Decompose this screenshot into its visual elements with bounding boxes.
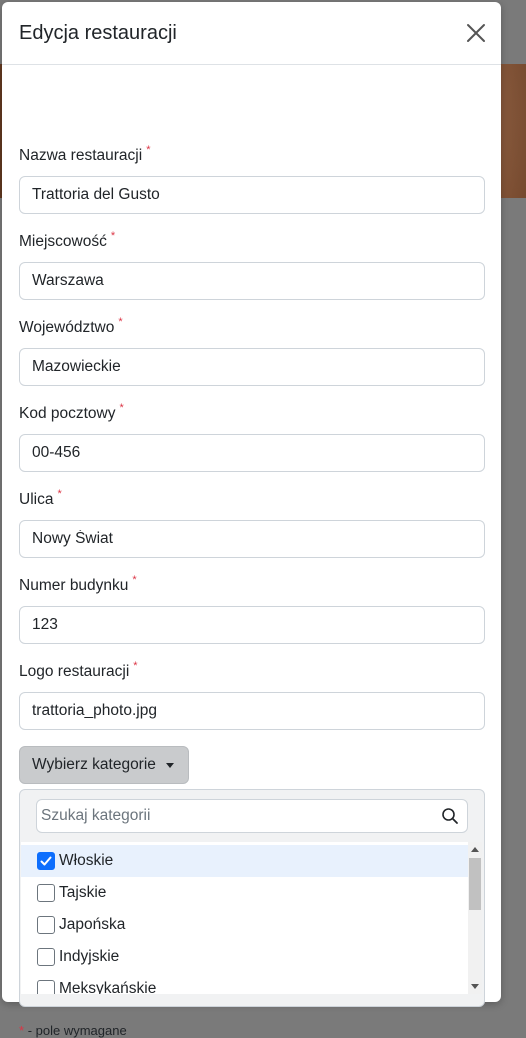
close-icon — [467, 24, 485, 42]
postal-code-label: Kod pocztowy * — [19, 402, 124, 422]
building-number-input[interactable] — [19, 606, 485, 644]
restaurant-name-label: Nazwa restauracji * — [19, 144, 151, 164]
choose-category-button[interactable]: Wybierz kategorie — [19, 746, 189, 784]
edit-restaurant-modal: Edycja restauracji Nazwa restauracji* Mi… — [2, 2, 501, 1038]
category-item-tajskie[interactable]: Tajskie — [21, 877, 469, 909]
category-dropdown-panel: Włoskie Tajskie Japońska Indyjskie Meksy… — [19, 789, 485, 1007]
street-input[interactable] — [19, 520, 485, 558]
category-item-indyjskie[interactable]: Indyjskie — [21, 941, 469, 973]
street-label: Ulica * — [19, 488, 62, 508]
city-input[interactable] — [19, 262, 485, 300]
scrollbar-thumb[interactable] — [469, 858, 481, 910]
city-label: Miejscowość * — [19, 230, 116, 250]
voivodeship-input[interactable] — [19, 348, 485, 386]
category-label: Indyjskie — [59, 948, 120, 965]
checkbox-checked[interactable] — [37, 852, 55, 870]
close-button[interactable] — [465, 22, 487, 44]
modal-header: Edycja restauracji — [2, 2, 501, 65]
checkbox[interactable] — [37, 980, 55, 994]
restaurant-name-input[interactable] — [19, 176, 485, 214]
modal-title: Edycja restauracji — [19, 22, 177, 44]
checkbox[interactable] — [37, 948, 55, 966]
search-icon[interactable] — [441, 807, 459, 825]
scroll-down-icon[interactable] — [471, 984, 479, 989]
category-list: Włoskie Tajskie Japońska Indyjskie Meksy… — [21, 842, 469, 994]
logo-input[interactable] — [19, 692, 485, 730]
category-item-japonska[interactable]: Japońska — [21, 909, 469, 941]
category-label: Tajskie — [59, 884, 107, 901]
caret-down-icon — [165, 762, 174, 768]
category-list-scrollbar[interactable] — [468, 842, 482, 994]
voivodeship-label: Województwo * — [19, 316, 123, 336]
category-label: Japońska — [59, 916, 126, 933]
logo-label: Logo restauracji * — [19, 660, 138, 680]
checkmark-icon — [40, 856, 52, 866]
category-item-wloskie[interactable]: Włoskie — [21, 845, 469, 877]
checkbox[interactable] — [37, 884, 55, 902]
choose-category-label: Wybierz kategorie — [32, 756, 156, 773]
category-label: Meksykańskie — [59, 980, 157, 994]
category-item-meksykanskie[interactable]: Meksykańskie — [21, 973, 469, 994]
checkbox[interactable] — [37, 916, 55, 934]
scroll-up-icon[interactable] — [471, 847, 479, 852]
building-number-label: Numer budynku * — [19, 574, 137, 594]
category-search-box — [36, 799, 468, 833]
category-label: Włoskie — [59, 852, 114, 869]
required-fields-note: * - pole wymagane — [19, 1023, 127, 1038]
postal-code-input[interactable] — [19, 434, 485, 472]
category-search-input[interactable] — [37, 800, 427, 832]
